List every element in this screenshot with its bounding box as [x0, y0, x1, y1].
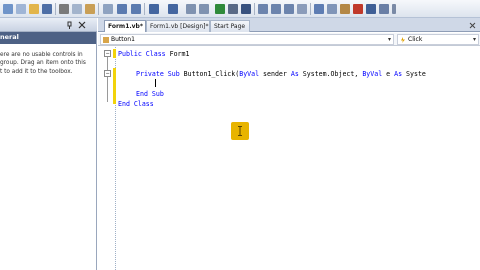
- pause-icon[interactable]: [228, 4, 238, 14]
- tab-start-page[interactable]: Start Page: [210, 20, 250, 32]
- error-list-icon[interactable]: [366, 4, 376, 14]
- paste-icon[interactable]: [85, 4, 95, 14]
- identifier: sender: [259, 70, 291, 78]
- code-line-end-class: End Class: [118, 100, 154, 108]
- step-into-icon[interactable]: [258, 4, 268, 14]
- toolbox-empty-message: ere are no usable controls in group. Dra…: [0, 51, 96, 76]
- toolbar-separator: [144, 3, 145, 15]
- toolbar-separator: [254, 3, 255, 15]
- toolbox-group-general[interactable]: neral: [0, 32, 96, 44]
- chevron-down-icon: ▾: [387, 36, 391, 43]
- open-file-icon[interactable]: [29, 4, 39, 14]
- toolbox-message-line: t to add it to the toolbox.: [0, 68, 73, 75]
- keyword: As: [290, 70, 299, 78]
- toolbar-separator: [55, 3, 56, 15]
- pin-icon[interactable]: [66, 21, 74, 29]
- code-line-sub: Private Sub Button1_Click(ByVal sender A…: [136, 70, 426, 78]
- identifier: Syste: [402, 70, 426, 78]
- stop-icon[interactable]: [241, 4, 251, 14]
- keyword: ByVal: [239, 70, 260, 78]
- class-name-dropdown[interactable]: Button1 ▾: [100, 34, 394, 45]
- class-name-value: Button1: [111, 36, 135, 43]
- find-icon[interactable]: [103, 4, 113, 14]
- add-item-icon[interactable]: [16, 4, 26, 14]
- keyword: Private Sub: [136, 70, 180, 78]
- close-icon[interactable]: [78, 21, 86, 29]
- chevron-down-icon: ▾: [472, 36, 476, 43]
- step-out-icon[interactable]: [284, 4, 294, 14]
- comment-icon[interactable]: [117, 4, 127, 14]
- cut-icon[interactable]: [59, 4, 69, 14]
- toolbox-group-label: neral: [0, 33, 19, 41]
- outline-guide: [107, 57, 108, 102]
- identifier: System.Object,: [298, 70, 363, 78]
- properties-icon[interactable]: [327, 4, 337, 14]
- toolbox-icon[interactable]: [353, 4, 363, 14]
- modified-line-marker: [113, 49, 116, 58]
- save-icon[interactable]: [42, 4, 52, 14]
- text-caret: [155, 79, 156, 87]
- identifier: e: [382, 70, 395, 78]
- identifier: Form1: [165, 50, 190, 58]
- document-tabstrip: Form1.vb* Form1.vb [Design]* Start Page: [98, 18, 480, 32]
- code-editor[interactable]: − − Public Class Form1 Private Sub Butto…: [98, 47, 480, 270]
- toolbar-overflow-icon[interactable]: [392, 4, 396, 14]
- cursor-highlight: [231, 122, 249, 140]
- collapse-symbol: −: [105, 50, 110, 57]
- redo-icon[interactable]: [168, 4, 178, 14]
- modified-line-marker: [113, 68, 116, 104]
- solution-explorer-icon[interactable]: [314, 4, 324, 14]
- outline-collapse-class[interactable]: −: [104, 50, 111, 57]
- method-name-dropdown[interactable]: Click ▾: [397, 34, 479, 45]
- keyword: As: [394, 70, 403, 78]
- ibeam-cursor-icon: [238, 126, 242, 136]
- navigate-back-icon[interactable]: [186, 4, 196, 14]
- start-page-icon[interactable]: [379, 4, 389, 14]
- outline-collapse-method[interactable]: −: [104, 70, 111, 77]
- identifier: Button1_Click(: [179, 70, 240, 78]
- start-debug-icon[interactable]: [215, 4, 225, 14]
- close-document-icon[interactable]: [469, 22, 476, 29]
- keyword: Public Class: [118, 50, 166, 58]
- step-over-icon[interactable]: [271, 4, 281, 14]
- code-navigation-bar: Button1 ▾ Click ▾: [98, 33, 480, 46]
- object-browser-icon[interactable]: [340, 4, 350, 14]
- toolbox-panel: neral ere are no usable controls in grou…: [0, 18, 97, 270]
- class-icon: [103, 37, 109, 43]
- event-method-icon: [401, 37, 405, 43]
- method-name-value: Click: [408, 36, 423, 43]
- copy-icon[interactable]: [72, 4, 82, 14]
- tab-form1-vb[interactable]: Form1.vb*: [104, 20, 146, 32]
- standard-toolbar: [0, 0, 480, 18]
- undo-icon[interactable]: [149, 4, 159, 14]
- toolbox-header: [0, 18, 97, 32]
- tab-form1-design[interactable]: Form1.vb [Design]*: [146, 20, 210, 32]
- uncomment-icon[interactable]: [131, 4, 141, 14]
- code-line-class: Public Class Form1: [118, 50, 189, 58]
- keyword: End Class: [118, 100, 154, 108]
- vs-ide-window: neral ere are no usable controls in grou…: [0, 0, 480, 270]
- keyword: ByVal: [362, 70, 383, 78]
- keyword: End Sub: [136, 90, 164, 98]
- code-line-end-sub: End Sub: [136, 90, 164, 98]
- collapse-symbol: −: [105, 70, 110, 77]
- toolbar-separator: [310, 3, 311, 15]
- toolbox-message-line: ere are no usable controls in: [0, 52, 83, 58]
- new-project-icon[interactable]: [3, 4, 13, 14]
- toolbar-separator: [98, 3, 99, 15]
- navigate-forward-icon[interactable]: [199, 4, 209, 14]
- find-in-files-icon[interactable]: [297, 4, 307, 14]
- toolbox-message-line: group. Drag an item onto this: [0, 60, 86, 67]
